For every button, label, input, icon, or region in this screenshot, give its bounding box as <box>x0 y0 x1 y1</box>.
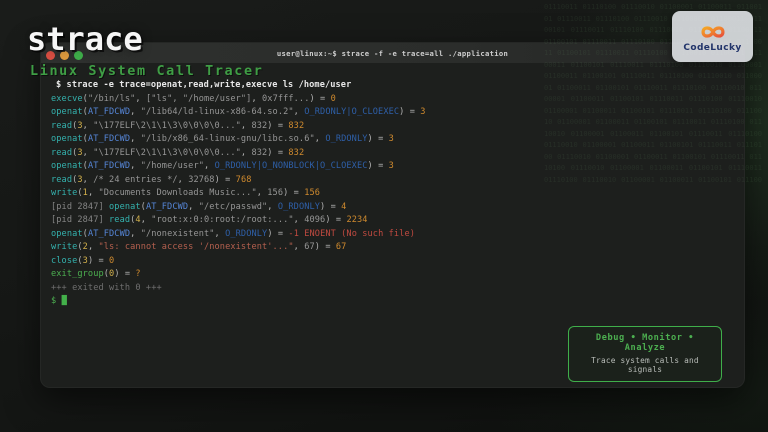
codelucky-badge: CodeLucky <box>672 11 753 62</box>
terminal-line: exit_group(0) = ? <box>51 268 736 282</box>
terminal-titlebar: user@linux:~$ strace -f -e trace=all ./a… <box>41 43 744 63</box>
terminal-line: openat(AT_FDCWD, "/nonexistent", O_RDONL… <box>51 228 736 242</box>
titlebar-command: user@linux:~$ strace -f -e trace=all ./a… <box>277 49 508 58</box>
terminal-line: +++ exited with 0 +++ <box>51 282 736 296</box>
terminal-line: [pid 2847] read(4, "root:x:0:0:root:/roo… <box>51 214 736 228</box>
terminal-line: read(3, "\177ELF\2\1\1\3\0\0\0\0...", 83… <box>51 120 736 134</box>
terminal-line: openat(AT_FDCWD, "/lib/x86_64-linux-gnu/… <box>51 133 736 147</box>
page-subtitle: Linux System Call Tracer <box>30 63 263 79</box>
info-box: Debug • Monitor • Analyze Trace system c… <box>568 326 722 382</box>
terminal-line: $ strace -e trace=openat,read,write,exec… <box>51 79 736 93</box>
strace-logo-title: strace <box>27 20 143 58</box>
infinity-logo-icon <box>695 22 731 42</box>
info-tagline: Debug • Monitor • Analyze <box>577 333 713 353</box>
terminal-line: write(2, "ls: cannot access '/nonexisten… <box>51 241 736 255</box>
badge-brand-label: CodeLucky <box>683 43 741 53</box>
terminal-line: close(3) = 0 <box>51 255 736 269</box>
terminal-line: $ █ <box>51 295 736 309</box>
terminal-line: read(3, "\177ELF\2\1\1\3\0\0\0\0...", 83… <box>51 147 736 161</box>
terminal-line: execve("/bin/ls", ["ls", "/home/user"], … <box>51 93 736 107</box>
terminal-line: read(3, /* 24 entries */, 32768) = 768 <box>51 174 736 188</box>
terminal-line: openat(AT_FDCWD, "/home/user", O_RDONLY|… <box>51 160 736 174</box>
terminal-line: write(1, "Documents Downloads Music...",… <box>51 187 736 201</box>
terminal-line: [pid 2847] openat(AT_FDCWD, "/etc/passwd… <box>51 201 736 215</box>
info-description: Trace system calls and signals <box>577 356 713 374</box>
terminal-line: openat(AT_FDCWD, "/lib64/ld-linux-x86-64… <box>51 106 736 120</box>
